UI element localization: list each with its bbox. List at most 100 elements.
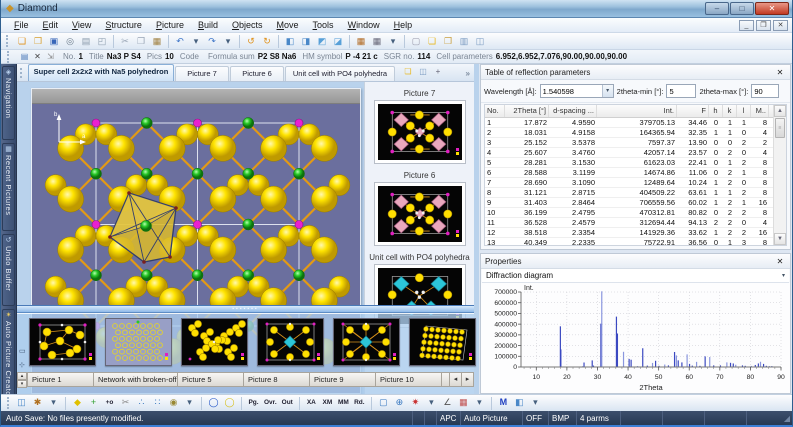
print-icon[interactable]: ▤ bbox=[78, 34, 94, 49]
unit-cell-icon[interactable]: ▢ bbox=[376, 396, 391, 410]
filmstrip-thumbnail-4[interactable] bbox=[257, 318, 324, 366]
menu-objects[interactable]: Objects bbox=[225, 19, 270, 31]
atom-na[interactable] bbox=[141, 270, 152, 281]
menu-move[interactable]: Move bbox=[270, 19, 306, 31]
atom-na[interactable] bbox=[91, 270, 102, 281]
color-table-icon[interactable]: ▦ bbox=[456, 396, 471, 410]
properties-panel-close-icon[interactable]: ✕ bbox=[774, 257, 786, 266]
reflection-panel-close-icon[interactable]: ✕ bbox=[774, 68, 786, 77]
gallery-thumbnail[interactable] bbox=[374, 100, 466, 164]
atom-p[interactable] bbox=[194, 119, 202, 127]
yellow-ring-icon[interactable]: ◯ bbox=[222, 396, 237, 410]
theta-min-input[interactable] bbox=[666, 84, 696, 98]
wavelength-combo[interactable]: ▾ bbox=[540, 84, 614, 98]
close-button[interactable]: ✕ bbox=[755, 2, 789, 15]
maximize-button[interactable]: □ bbox=[730, 2, 754, 15]
add-all-atoms-icon[interactable]: + bbox=[86, 396, 101, 410]
reflection-row[interactable]: 728.6903.109012489.6410.241208 bbox=[485, 178, 786, 188]
wavelength-dropdown-icon[interactable]: ▾ bbox=[602, 85, 613, 97]
menu-structure[interactable]: Structure bbox=[98, 19, 149, 31]
scroll-down-icon[interactable]: ▼ bbox=[774, 233, 786, 245]
menu-help[interactable]: Help bbox=[387, 19, 420, 31]
render-red-icon[interactable]: ✷ bbox=[408, 396, 423, 410]
grid-options-icon[interactable]: ▦ bbox=[369, 34, 385, 49]
render-menu-icon[interactable]: ▾ bbox=[182, 396, 197, 410]
menu-view[interactable]: View bbox=[65, 19, 98, 31]
filmstrip-thumbnail-6[interactable] bbox=[409, 318, 476, 366]
atom-s[interactable] bbox=[159, 135, 185, 161]
atom-s[interactable] bbox=[58, 237, 84, 263]
atom-s[interactable] bbox=[210, 135, 236, 161]
picture-tab-4[interactable]: Unit cell with PO4 polyhedra bbox=[285, 66, 395, 81]
column-header-4[interactable]: F bbox=[677, 105, 709, 117]
atom-p[interactable] bbox=[92, 221, 100, 229]
sidebar-tab-navigation[interactable]: ◈Navigation bbox=[2, 66, 15, 140]
view-split-icon[interactable]: ◪ bbox=[330, 34, 346, 49]
new-picture-icon[interactable]: ❏ bbox=[401, 66, 415, 79]
menu-picture[interactable]: Picture bbox=[149, 19, 191, 31]
sidebar-tab-auto-picture-creator[interactable]: ✶Auto Picture Creator bbox=[2, 309, 15, 405]
menu-tools[interactable]: Tools bbox=[306, 19, 341, 31]
xm-mode-icon[interactable]: XM bbox=[320, 396, 335, 410]
atom-s[interactable] bbox=[58, 135, 84, 161]
filmstrip-label-2[interactable]: Network with broken-off bonds bbox=[94, 372, 178, 387]
atom-na[interactable] bbox=[294, 270, 305, 281]
filmstrip-label-5[interactable]: Picture 9 bbox=[310, 372, 376, 387]
large-ring-icon[interactable]: ◯ bbox=[206, 396, 221, 410]
reflection-row[interactable]: 117.8724.9590379705.1334.460118 bbox=[485, 118, 786, 128]
toolbar-grip[interactable] bbox=[6, 35, 10, 47]
resize-grip[interactable]: ◢ bbox=[780, 411, 792, 427]
menu-build[interactable]: Build bbox=[191, 19, 225, 31]
atom-p[interactable] bbox=[92, 119, 100, 127]
view-structure-icon[interactable]: ◧ bbox=[282, 34, 298, 49]
atom-s[interactable] bbox=[261, 186, 287, 212]
spinner-up-icon[interactable]: ▴ bbox=[17, 372, 27, 380]
undo-icon[interactable]: ↶ bbox=[172, 34, 188, 49]
atom-s[interactable] bbox=[210, 237, 236, 263]
atom-p[interactable] bbox=[295, 119, 303, 127]
minimize-button[interactable]: – bbox=[705, 2, 729, 15]
menu-edit[interactable]: Edit bbox=[36, 19, 66, 31]
color-menu-icon[interactable]: ▾ bbox=[472, 396, 487, 410]
reflection-row[interactable]: 1136.5282.4579312694.4494.132204 bbox=[485, 218, 786, 228]
filmstrip-thumbnail-2[interactable] bbox=[105, 318, 172, 366]
pin-picture-icon[interactable]: + bbox=[431, 66, 445, 79]
broken-bonds-icon[interactable]: ✂ bbox=[118, 396, 133, 410]
column-header-3[interactable]: Int. bbox=[597, 105, 677, 117]
filmstrip-label-4[interactable]: Picture 8 bbox=[244, 372, 310, 387]
filmstrip-prev-icon[interactable]: ◂ bbox=[450, 372, 462, 387]
column-header-5[interactable]: h bbox=[709, 105, 723, 117]
polyhedron-tool-icon[interactable]: ◆ bbox=[70, 396, 85, 410]
packing-icon[interactable]: ∷ bbox=[150, 396, 165, 410]
column-header-7[interactable]: l bbox=[737, 105, 751, 117]
pg-mode-icon[interactable]: Pg. bbox=[246, 396, 261, 410]
tabbar-grip[interactable] bbox=[20, 68, 26, 78]
sidebar-tab-undo-buffer[interactable]: ↺Undo Buffer bbox=[2, 234, 15, 306]
picture-edit-icon[interactable]: ◫ bbox=[14, 396, 29, 410]
toolbar-overflow-chevron[interactable]: » bbox=[466, 69, 474, 78]
table-editor-icon[interactable]: ▦ bbox=[353, 34, 369, 49]
bottombar-grip[interactable] bbox=[7, 397, 11, 409]
filmstrip-page-icon[interactable]: ▭ bbox=[19, 348, 26, 356]
atom-s[interactable] bbox=[261, 135, 287, 161]
atom-s[interactable] bbox=[311, 135, 337, 161]
molecules-icon[interactable]: ∴ bbox=[134, 396, 149, 410]
atom-s[interactable] bbox=[311, 186, 337, 212]
view-data-icon[interactable]: ◩ bbox=[314, 34, 330, 49]
column-header-8[interactable]: M.. bbox=[751, 105, 769, 117]
picture-final-icon[interactable]: ◧ bbox=[512, 396, 527, 410]
atom-p[interactable] bbox=[295, 221, 303, 229]
mm-mode-icon[interactable]: MM bbox=[336, 396, 351, 410]
theta-max-input[interactable] bbox=[751, 84, 779, 98]
filmstrip-pin-icon[interactable]: ⊹ bbox=[19, 362, 25, 370]
undo-menu-icon[interactable]: ▾ bbox=[188, 34, 204, 49]
cut-icon[interactable]: ✂ bbox=[117, 34, 133, 49]
gallery-thumbnail[interactable] bbox=[374, 182, 466, 246]
picture-gallery-icon[interactable]: ▥ bbox=[456, 34, 472, 49]
copy-picture-icon[interactable]: ❐ bbox=[440, 34, 456, 49]
render-mode-icon[interactable]: ◉ bbox=[166, 396, 181, 410]
scroll-up-icon[interactable]: ▲ bbox=[774, 105, 786, 117]
compare-pictures-icon[interactable]: ◫ bbox=[416, 66, 430, 79]
atom-p[interactable] bbox=[194, 221, 202, 229]
filmstrip-next-icon[interactable]: ▸ bbox=[462, 372, 474, 387]
